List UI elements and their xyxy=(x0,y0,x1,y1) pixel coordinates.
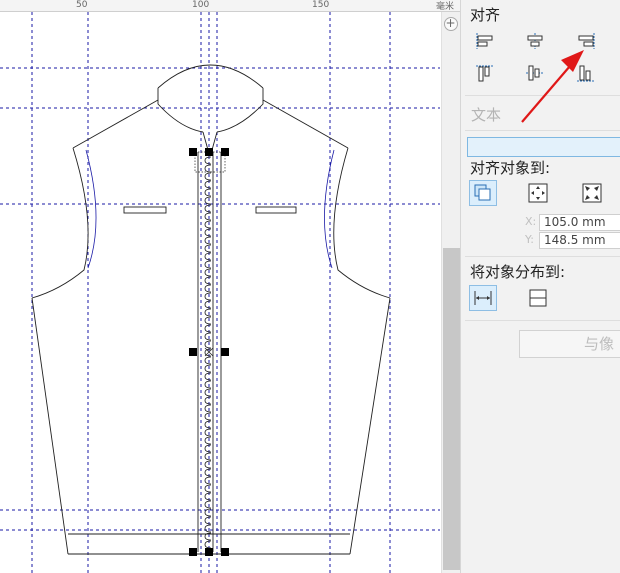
zoom-button[interactable]: + xyxy=(441,14,460,34)
divider xyxy=(465,320,620,321)
align-right-icon xyxy=(578,33,595,49)
zipper-tooth xyxy=(204,220,212,229)
zipper-tooth xyxy=(204,476,212,485)
zipper-tooth xyxy=(204,260,212,269)
x-label: X: xyxy=(525,215,537,228)
zipper-tooth xyxy=(204,460,212,469)
align-left-button[interactable] xyxy=(471,28,499,54)
zipper-tooth xyxy=(204,244,212,253)
zipper-tooth xyxy=(204,292,212,301)
distribute-section-title: 将对象分布到: xyxy=(470,263,566,281)
plus-icon: + xyxy=(443,16,458,31)
page-edge-icon xyxy=(528,183,548,203)
align-distribute-docker: 对齐 文本 对齐对象到: X: 105.0 mm Y: 148.5 mm 将对象… xyxy=(460,0,620,573)
scrollbar-thumb[interactable] xyxy=(443,248,460,570)
drawing-canvas[interactable]: 50 100 150 毫米 + xyxy=(0,0,460,573)
zipper-tooth xyxy=(204,484,212,493)
zipper-tooth xyxy=(204,156,212,165)
zipper-tooth xyxy=(204,340,212,349)
ruler-tick-50: 50 xyxy=(76,0,88,10)
ruler-tick-100: 100 xyxy=(192,0,210,10)
divider xyxy=(465,130,620,131)
zipper-tooth xyxy=(204,316,212,325)
divider xyxy=(465,256,620,257)
zipper-tooth xyxy=(204,300,212,309)
active-objects-icon xyxy=(474,184,491,201)
zipper-tooth xyxy=(204,452,212,461)
align-right-button[interactable] xyxy=(572,28,600,54)
zipper-tooth xyxy=(204,356,212,365)
zipper-tooth xyxy=(204,396,212,405)
zipper-tooth xyxy=(204,492,212,501)
zipper-tooth xyxy=(204,524,212,533)
text-align-label: 文本 xyxy=(471,106,502,124)
zipper-tooth xyxy=(204,308,212,317)
align-to-section-title: 对齐对象到: xyxy=(470,159,551,177)
zipper-tooth xyxy=(204,276,212,285)
zipper-tooth xyxy=(204,204,212,213)
y-coordinate-input[interactable]: 148.5 mm xyxy=(539,232,620,249)
distribute-to-page-button[interactable] xyxy=(524,285,552,311)
align-center-horizontal-icon xyxy=(527,33,543,49)
x-coordinate-input[interactable]: 105.0 mm xyxy=(539,214,620,231)
zipper-tooth xyxy=(204,540,212,549)
divider xyxy=(465,95,620,96)
zipper-tooth xyxy=(204,180,212,189)
align-top-button[interactable] xyxy=(471,60,499,86)
x-coordinate-row: X: 105.0 mm xyxy=(525,214,620,231)
zipper-tooth xyxy=(204,364,212,373)
zipper-tooth xyxy=(204,420,212,429)
ruler-tick-150: 150 xyxy=(312,0,330,10)
align-center-vertical-icon xyxy=(526,65,544,81)
align-to-page-center-button[interactable] xyxy=(578,180,606,206)
zipper-tooth xyxy=(204,252,212,261)
align-center-vertical-button[interactable] xyxy=(521,60,549,86)
apply-button[interactable]: 与像 xyxy=(519,330,620,358)
zipper-tooth xyxy=(204,212,212,221)
align-bottom-icon xyxy=(577,65,595,82)
zipper-tooth xyxy=(204,436,212,445)
zipper-tooth xyxy=(204,268,212,277)
horizontal-ruler: 50 100 150 毫米 xyxy=(0,0,460,12)
zipper-tooth xyxy=(204,324,212,333)
align-center-horizontal-button[interactable] xyxy=(521,28,549,54)
y-coordinate-row: Y: 148.5 mm xyxy=(525,232,620,249)
zipper-tooth xyxy=(204,372,212,381)
zipper-tooth xyxy=(204,332,212,341)
text-align-field[interactable] xyxy=(467,137,620,157)
align-top-icon xyxy=(476,65,494,82)
ruler-unit-label: 毫米 xyxy=(436,2,455,12)
vest-outline xyxy=(31,64,391,555)
distribute-to-selection-button[interactable] xyxy=(469,285,497,311)
page-extent-icon xyxy=(529,289,547,307)
zipper-tooth xyxy=(204,468,212,477)
vest-drawing[interactable] xyxy=(0,0,460,573)
align-to-page-edge-button[interactable] xyxy=(524,180,552,206)
vertical-scrollbar[interactable] xyxy=(441,12,460,573)
zipper-tooth xyxy=(204,188,212,197)
zipper-tooth xyxy=(204,500,212,509)
zipper-tooth xyxy=(204,196,212,205)
align-bottom-button[interactable] xyxy=(572,60,600,86)
zipper-tooth xyxy=(204,516,212,525)
zipper-tooth xyxy=(204,164,212,173)
zipper-tooth xyxy=(204,284,212,293)
zipper-tooth xyxy=(204,428,212,437)
align-to-active-objects-button[interactable] xyxy=(469,180,497,206)
align-left-icon xyxy=(476,33,493,49)
selection-extent-icon xyxy=(474,291,492,305)
zipper-tooth xyxy=(204,172,212,181)
align-section-title: 对齐 xyxy=(470,6,501,24)
zipper-tooth xyxy=(204,412,212,421)
page-center-icon xyxy=(582,183,602,203)
zipper-tooth xyxy=(204,380,212,389)
zipper-tooth xyxy=(204,388,212,397)
y-label: Y: xyxy=(525,233,534,246)
zipper-tooth xyxy=(204,444,212,453)
zipper-tooth xyxy=(204,404,212,413)
zipper-tooth xyxy=(204,236,212,245)
zipper-tooth xyxy=(204,228,212,237)
